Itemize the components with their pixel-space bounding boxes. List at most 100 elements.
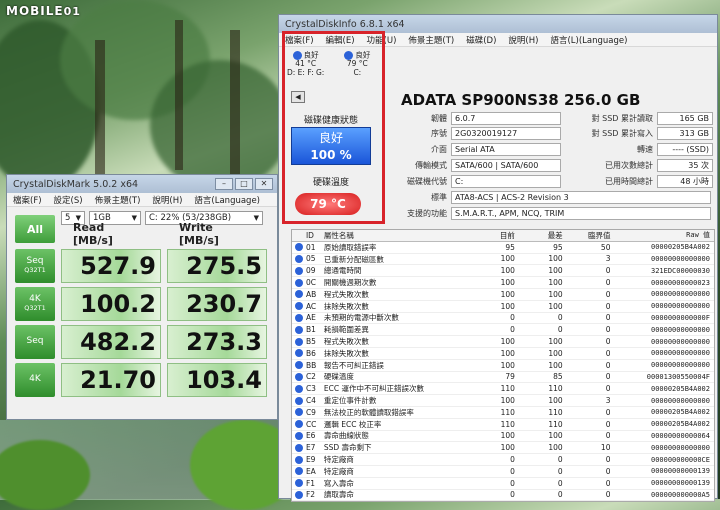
attr-worst: 110: [548, 407, 563, 417]
attr-name: 抹除失敗次數: [323, 301, 369, 311]
attr-raw: 00000205B4A002: [650, 243, 710, 252]
attr-current: 0: [510, 490, 515, 500]
table-row[interactable]: E6 壽命曲線狀態 100 100 0 00000000000064: [292, 431, 714, 443]
table-row[interactable]: 09 總通電時間 100 100 0 321EDC00000030: [292, 265, 714, 278]
features-label: 支援的功能: [407, 209, 447, 218]
attr-id: CC: [305, 419, 317, 429]
smart-table: ID 屬性名稱 目前 最差 臨界值 Raw 值 01 原始讀取錯誤率 95 95 50 0…: [291, 229, 715, 503]
col-threshold[interactable]: 臨界值: [567, 230, 615, 241]
table-row[interactable]: 05 已重新分配磁區數 100 100 3 00000000000000: [292, 254, 714, 266]
seq-read: 482.2: [61, 325, 161, 359]
table-row[interactable]: 0C 開關機週期次數 100 100 0 00000000000023: [292, 277, 714, 289]
attr-threshold: 0: [605, 278, 611, 288]
status-dot-icon: [292, 254, 306, 263]
attr-name: 未預期的電源中斷次數: [323, 313, 399, 323]
attr-raw: 00000205B4A002: [650, 420, 710, 429]
menu-language[interactable]: 語言(Language): [194, 194, 260, 206]
table-row[interactable]: F1 寫入壽命 0 0 0 00000000000139: [292, 478, 714, 490]
transfer-mode-label: 傳輸模式: [415, 161, 447, 170]
attr-id: B6: [305, 348, 316, 358]
all-button[interactable]: All: [15, 215, 55, 243]
attr-worst: 100: [548, 337, 563, 347]
attr-name: 耗損範圍差異: [323, 325, 369, 335]
status-dot-icon: [292, 479, 306, 488]
host-reads-label: 對 SSD 累計讀取: [591, 114, 653, 123]
status-dot-icon: [292, 431, 306, 440]
attr-worst: 0: [557, 313, 563, 323]
menu-language[interactable]: 語言(L)(Language): [550, 34, 627, 46]
col-raw[interactable]: Raw 值: [614, 230, 714, 240]
table-row[interactable]: AE 未預期的電源中斷次數 0 0 0 0000000000000F: [292, 313, 714, 325]
attr-raw: 00000000000000: [650, 337, 710, 346]
table-row[interactable]: B5 程式失敗次數 100 100 0 00000000000000: [292, 336, 714, 348]
attr-threshold: 0: [605, 348, 611, 358]
attr-worst: 100: [548, 443, 563, 453]
close-button[interactable]: ✕: [255, 178, 273, 190]
attr-id: B5: [305, 337, 316, 347]
attr-id: 0C: [305, 278, 316, 288]
table-row[interactable]: EA 特定廠商 0 0 0 00000000000139: [292, 466, 714, 478]
table-row[interactable]: C9 無法校正的軟體讀取錯誤率 110 110 0 00000205B4A002: [292, 407, 714, 419]
attr-raw: 00000000000000: [650, 254, 710, 263]
attr-worst: 100: [548, 266, 563, 276]
table-row[interactable]: C2 硬碟溫度 79 85 0 00001300550004F: [292, 372, 714, 384]
attr-current: 100: [500, 266, 515, 276]
attr-threshold: 50: [600, 242, 611, 252]
power-on-hours-value: 48 小時: [657, 175, 713, 188]
table-row[interactable]: C3 ECC 運作中不可糾正錯誤次數 110 110 0 00000205B4A002: [292, 383, 714, 396]
attr-threshold: 0: [605, 301, 611, 311]
interface-label: 介面: [431, 145, 447, 154]
menu-disk[interactable]: 磁碟(D): [466, 34, 496, 46]
col-id[interactable]: ID: [306, 231, 324, 240]
attr-name: 總通電時間: [323, 266, 362, 276]
seq-button[interactable]: Seq: [15, 325, 55, 359]
table-row[interactable]: BB 報告不可糾正錯誤 100 100 0 00000000000000: [292, 360, 714, 372]
table-row[interactable]: AC 抹除失敗次數 100 100 0 00000000000000: [292, 301, 714, 313]
attr-worst: 0: [557, 466, 563, 476]
status-dot-icon: [292, 420, 306, 429]
attr-worst: 100: [548, 254, 563, 264]
status-dot-icon: [292, 372, 306, 381]
table-row[interactable]: CC 邏輯 ECC 校正率 110 110 0 00000205B4A002: [292, 419, 714, 431]
row-sublabel: Q32T1: [24, 304, 46, 313]
status-dot-icon: [292, 325, 306, 334]
col-current[interactable]: 目前: [471, 230, 519, 241]
table-row[interactable]: C4 重定位事件計數 100 100 3 00000000000000: [292, 395, 714, 407]
table-row[interactable]: 01 原始讀取錯誤率 95 95 50 00000205B4A002: [292, 242, 714, 254]
col-name[interactable]: 屬性名稱: [324, 230, 471, 241]
menu-help[interactable]: 說明(H): [152, 194, 182, 206]
attr-id: 09: [305, 266, 316, 276]
seq-q32t1-button[interactable]: Seq Q32T1: [15, 249, 55, 283]
menu-settings[interactable]: 設定(S): [54, 194, 83, 206]
cdm-titlebar[interactable]: CrystalDiskMark 5.0.2 x64 – □ ✕: [7, 175, 277, 193]
seq-q32t1-write: 275.5: [167, 249, 267, 283]
menu-theme[interactable]: 佈景主題(T): [95, 194, 141, 206]
attr-id: C4: [305, 396, 316, 406]
serial-value: 2G0320019127: [451, 127, 561, 140]
host-writes-label: 對 SSD 累計寫入: [591, 129, 653, 138]
col-worst[interactable]: 最差: [519, 230, 567, 241]
attr-current: 110: [500, 407, 515, 417]
minimize-button[interactable]: –: [215, 178, 233, 190]
status-dot-icon: [292, 443, 306, 452]
menu-theme[interactable]: 佈景主題(T): [408, 34, 454, 46]
watermark-brand: MOBILE: [6, 4, 64, 18]
menu-file[interactable]: 檔案(F): [13, 194, 42, 206]
attr-name: 程式失敗次數: [323, 289, 369, 299]
table-row[interactable]: AB 程式失敗次數 100 100 0 00000000000000: [292, 289, 714, 301]
menu-help[interactable]: 說明(H): [508, 34, 538, 46]
host-reads-value: 165 GB: [657, 112, 713, 125]
attr-threshold: 0: [605, 431, 611, 441]
table-row[interactable]: B6 抹除失敗次數 100 100 0 00000000000000: [292, 348, 714, 360]
table-row[interactable]: E9 特定廠商 0 0 0 000000000000CE: [292, 454, 714, 466]
table-row[interactable]: B1 耗損範圍差異 0 0 0 00000000000000: [292, 324, 714, 337]
attr-threshold: 0: [605, 289, 611, 299]
4k-q32t1-button[interactable]: 4K Q32T1: [15, 287, 55, 321]
power-on-hours-label: 已用時間總計: [605, 177, 653, 186]
standard-label: 標準: [431, 193, 447, 202]
maximize-button[interactable]: □: [235, 178, 253, 190]
table-row[interactable]: F2 讀取壽命 0 0 0 000000000000A5: [292, 490, 714, 502]
table-row[interactable]: E7 SSD 壽命剩下 100 100 10 00000000000000: [292, 442, 714, 455]
4k-button[interactable]: 4K: [15, 363, 55, 397]
attr-name: 特定廠商: [323, 455, 354, 465]
